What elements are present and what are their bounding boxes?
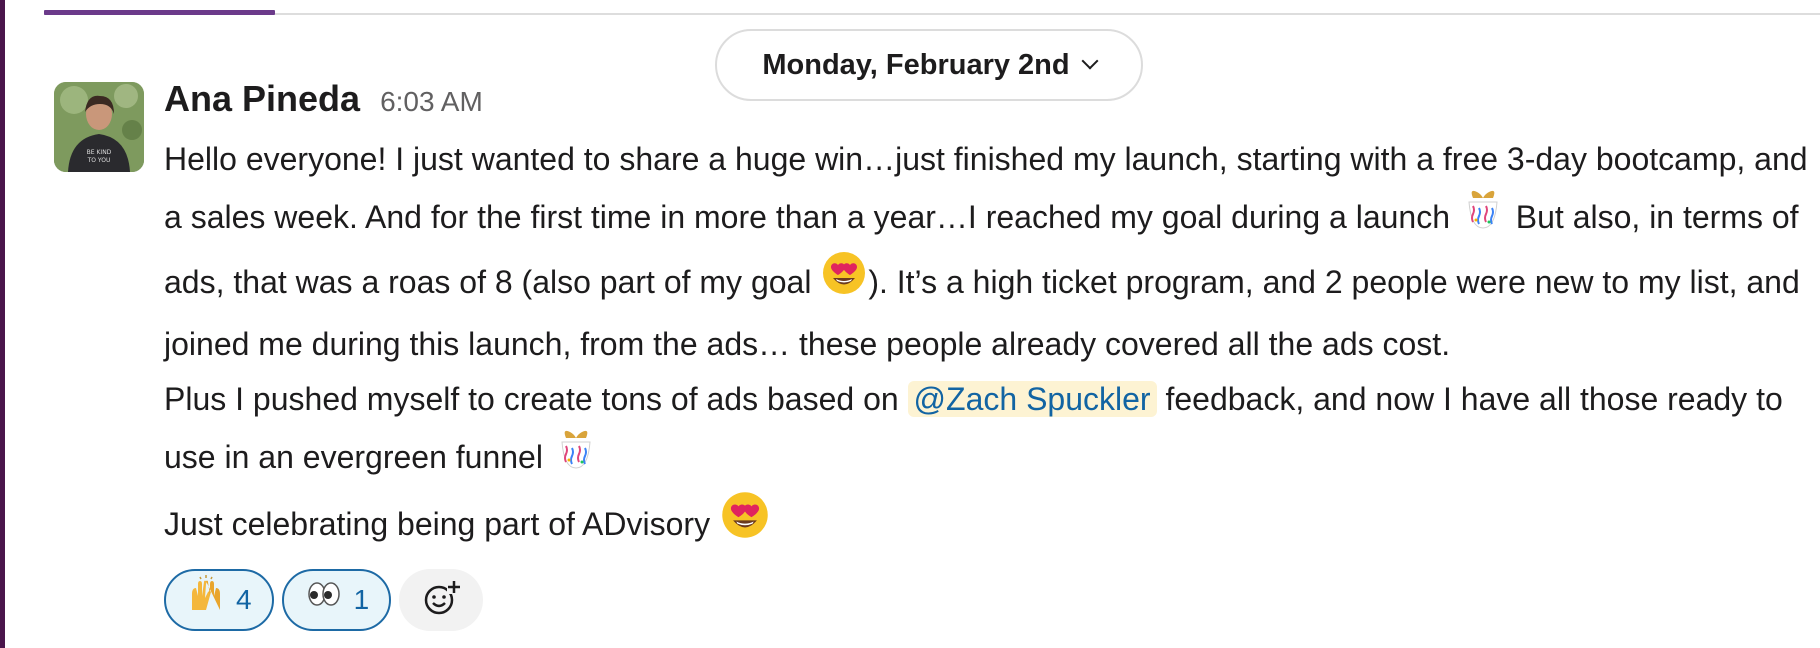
- add-reaction-icon: [421, 578, 462, 623]
- message-header: Ana Pineda 6:03 AM: [164, 78, 1814, 128]
- avatar[interactable]: BE KIND TO YOU: [54, 82, 144, 172]
- svg-text:BE KIND: BE KIND: [87, 149, 112, 156]
- message-timestamp[interactable]: 6:03 AM: [380, 86, 483, 118]
- svg-text:TO YOU: TO YOU: [87, 157, 111, 164]
- message-paragraph-1: Hello everyone! I just wanted to share a…: [164, 132, 1814, 372]
- avatar-photo: BE KIND TO YOU: [54, 82, 144, 172]
- active-tab-indicator: [44, 10, 275, 15]
- reaction-eyes[interactable]: 1: [281, 569, 392, 631]
- reaction-count: 1: [353, 584, 370, 615]
- message: Ana Pineda 6:03 AM Hello everyone! I jus…: [164, 78, 1814, 631]
- reactions-bar: 4 1: [164, 569, 1814, 631]
- raised-hands-icon: [186, 574, 226, 621]
- top-divider: [44, 13, 1820, 15]
- eyes-icon: [304, 574, 344, 621]
- message-paragraph-2: Plus I pushed myself to create tons of a…: [164, 372, 1814, 492]
- author-name[interactable]: Ana Pineda: [164, 78, 360, 120]
- add-reaction-button[interactable]: [399, 569, 484, 631]
- confetti-gift-icon: [1459, 184, 1507, 249]
- paragraph-2-before-mention: Plus I pushed myself to create tons of a…: [164, 381, 908, 417]
- chevron-down-icon: [1081, 52, 1099, 70]
- message-body: Hello everyone! I just wanted to share a…: [164, 132, 1814, 561]
- heart-eyes-icon: [719, 489, 771, 558]
- heart-eyes-icon: [820, 249, 868, 314]
- user-mention[interactable]: @Zach Spuckler: [907, 381, 1157, 417]
- reaction-raised-hands[interactable]: 4: [164, 569, 274, 631]
- reaction-count: 4: [236, 584, 252, 615]
- sidebar-edge: [0, 0, 5, 648]
- date-divider-label: Monday, February 2nd: [762, 48, 1070, 81]
- message-paragraph-3: Just celebrating being part of ADvisory: [164, 492, 1814, 561]
- slack-message-view: Monday, February 2nd BE KIND TO YOU Ana …: [0, 0, 1820, 648]
- paragraph-3-text: Just celebrating being part of ADvisory: [164, 505, 719, 542]
- confetti-gift-icon: [552, 424, 600, 489]
